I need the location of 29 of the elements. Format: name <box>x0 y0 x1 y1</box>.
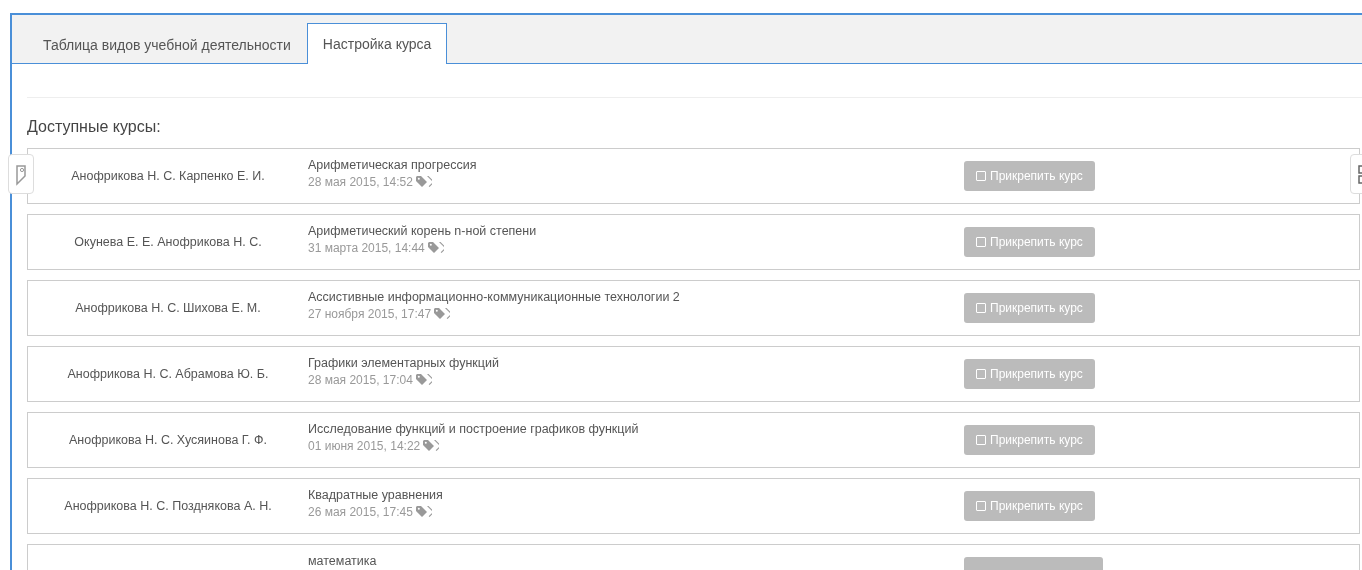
course-date: 28 мая 2015, 14:52 <box>308 175 413 189</box>
course-date: 28 мая 2015, 17:04 <box>308 373 413 387</box>
course-date: 26 мая 2015, 17:45 <box>308 505 413 519</box>
course-date: 31 марта 2015, 14:44 <box>308 241 425 255</box>
tags-icon <box>434 308 451 320</box>
tags-icon <box>415 374 432 386</box>
tag-tab-icon[interactable] <box>8 154 34 194</box>
tags-icon <box>415 176 432 188</box>
course-date: 27 ноября 2015, 17:47 <box>308 307 432 321</box>
tab[interactable]: Настройка курса <box>306 23 448 64</box>
course-authors: Анофрикова Н. С. Позднякова А. Н. <box>63 499 273 513</box>
section-heading: Доступные курсы: <box>27 118 161 136</box>
course-authors: Анофрикова Н. С. Абрамова Ю. Б. <box>66 367 270 381</box>
course-title: Арифметическая прогрессия <box>308 158 478 172</box>
course-title: Исследование функций и построение графиков функций <box>308 422 640 436</box>
tab[interactable]: Таблица видов учебной деятельности <box>27 24 307 64</box>
course-authors: Окунева Е. Е. Анофрикова Н. С. <box>73 235 263 249</box>
course-authors: Анофрикова Н. С. Шихова Е. М. <box>74 301 262 315</box>
course-title: Графики элементарных функций <box>308 356 500 370</box>
course-date: 01 июня 2015, 14:22 <box>308 439 421 453</box>
tags-icon <box>427 242 444 254</box>
tags-icon <box>415 506 432 518</box>
course-title: Квадратные уравнения <box>308 488 444 502</box>
course-authors: Анофрикова Н. С. Карпенко Е. И. <box>70 169 266 183</box>
course-title: математика <box>308 554 378 568</box>
tags-icon <box>423 440 440 452</box>
course-authors: Анофрикова Н. С. Хусяинова Г. Ф. <box>68 433 268 447</box>
course-title: Арифметический корень n-ной степени <box>308 224 538 238</box>
course-title: Ассистивные информационно-коммуникационные технологии 2 <box>308 290 681 304</box>
